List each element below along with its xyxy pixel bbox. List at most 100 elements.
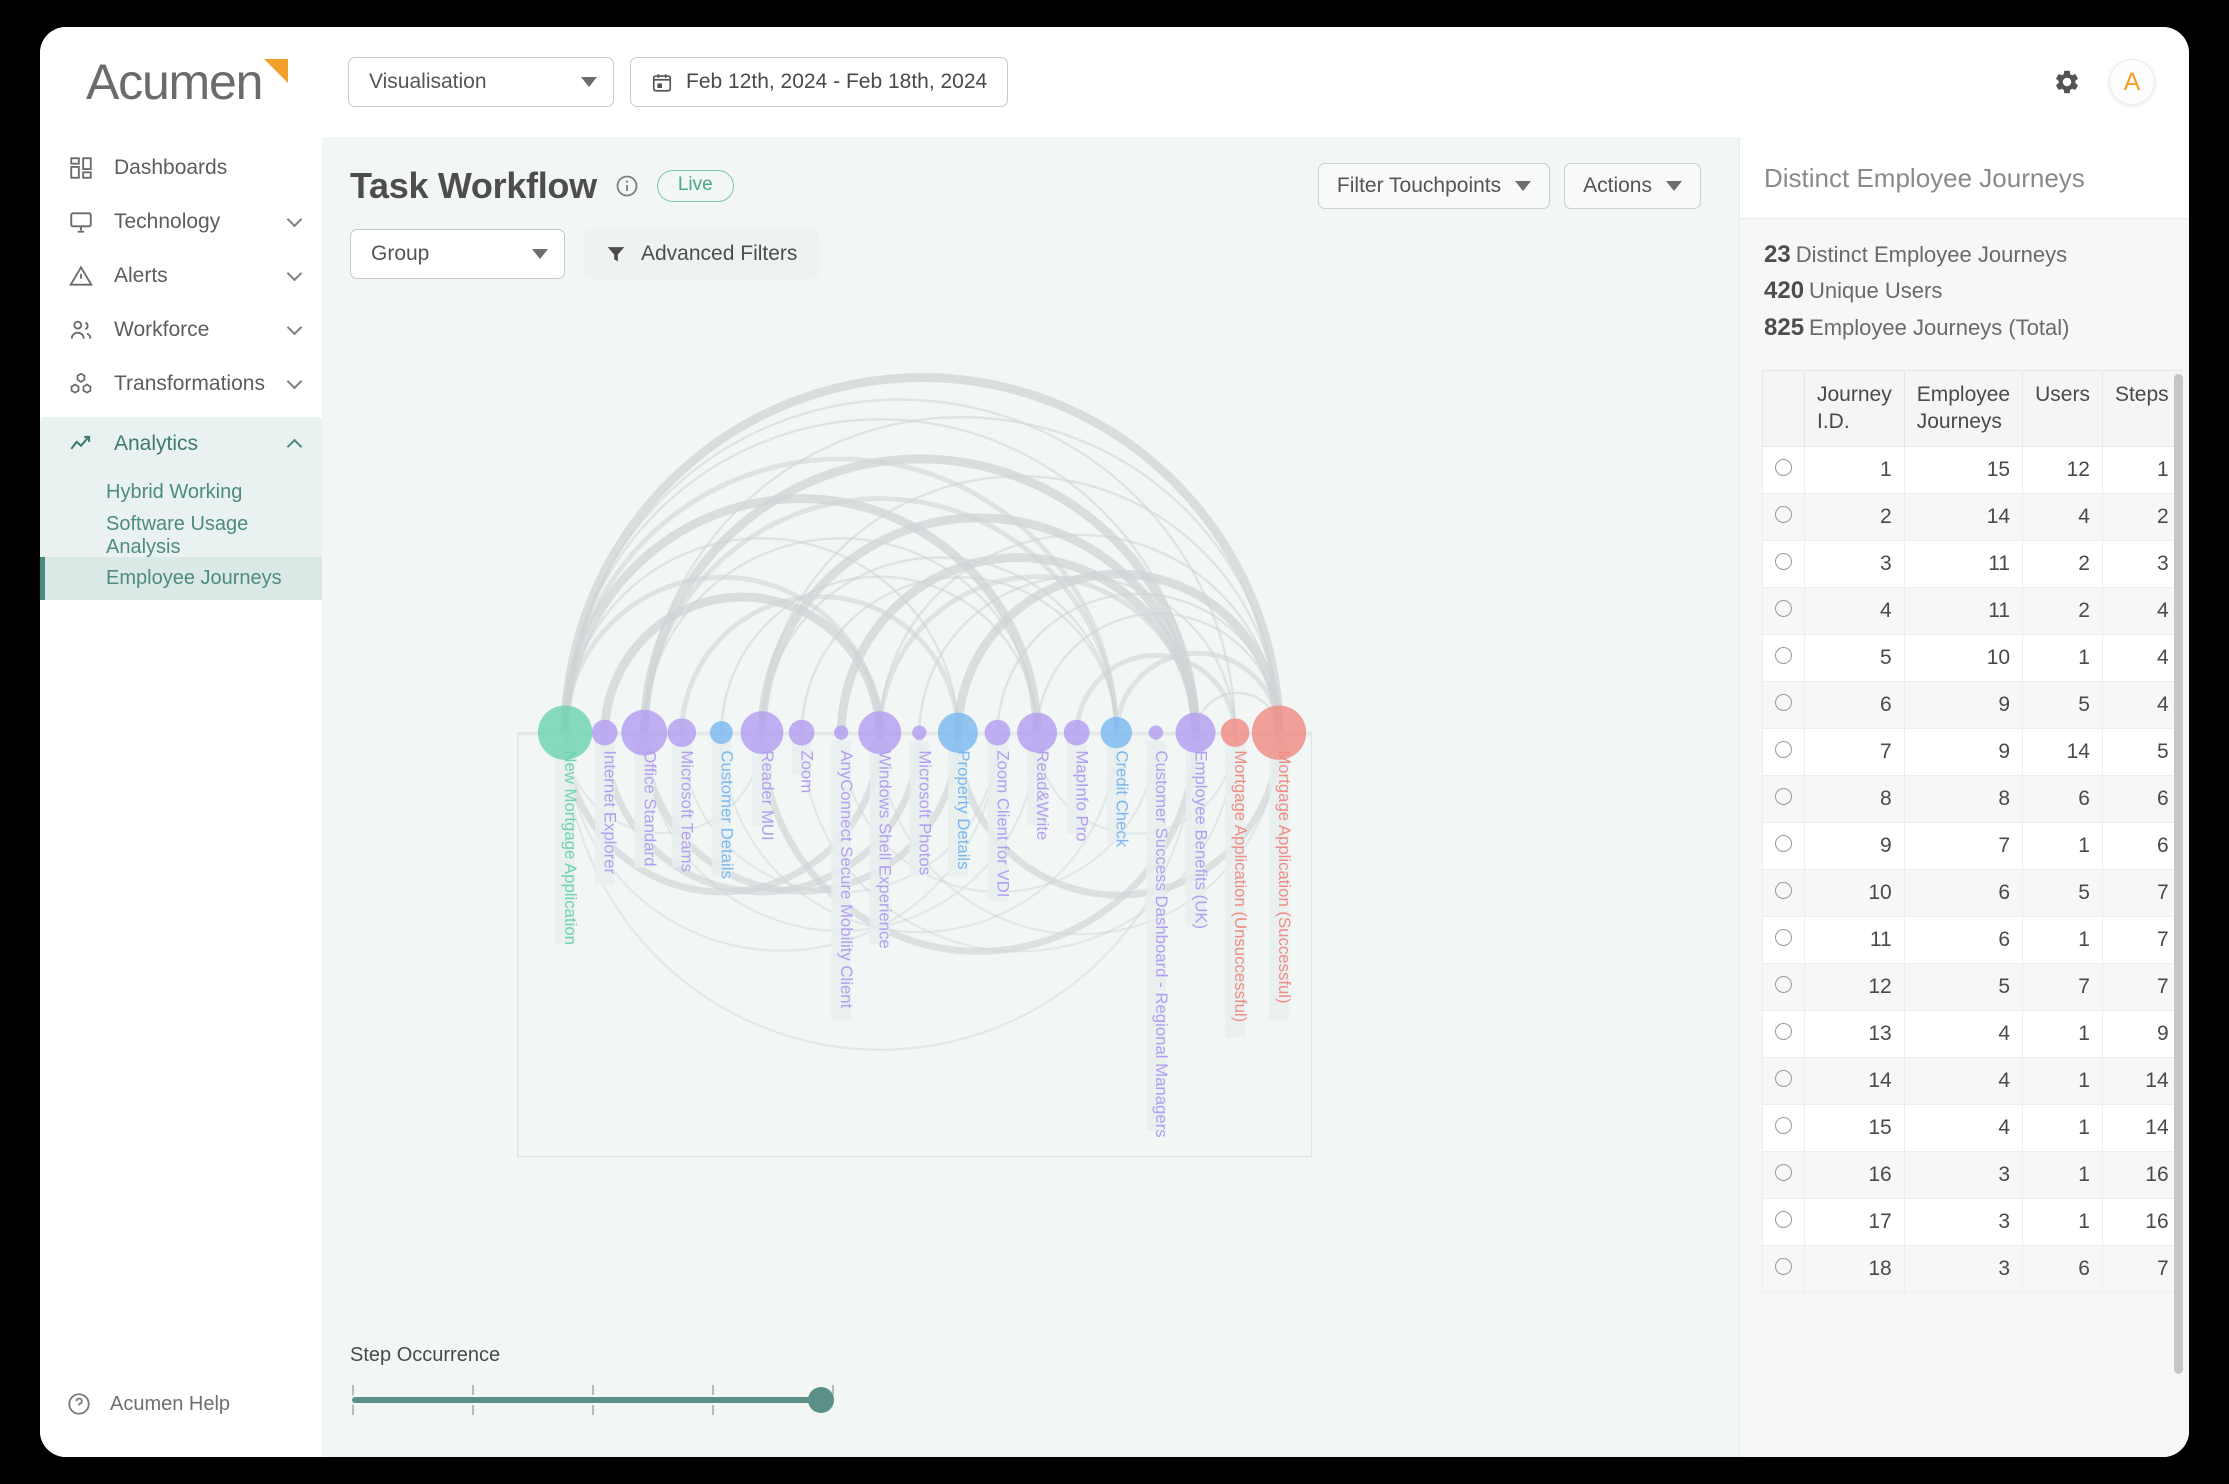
table-row[interactable]: 2 14 4 2	[1762, 492, 2182, 541]
row-select-cell[interactable]	[1762, 1197, 1805, 1246]
journey-node[interactable]	[1175, 712, 1216, 753]
avatar[interactable]: A	[2109, 59, 2155, 105]
radio-icon[interactable]	[1775, 1069, 1792, 1087]
advanced-filters-button[interactable]: Advanced Filters	[583, 229, 820, 279]
row-select-cell[interactable]	[1762, 586, 1805, 635]
sidebar-item-software-usage-analysis[interactable]: Software Usage Analysis	[40, 513, 322, 558]
journey-node[interactable]	[912, 725, 927, 740]
slider-thumb[interactable]	[808, 1387, 834, 1413]
row-select-cell[interactable]	[1762, 774, 1805, 823]
radio-icon[interactable]	[1775, 975, 1792, 993]
radio-icon[interactable]	[1775, 740, 1792, 758]
column-header-journey-id[interactable]: Journey I.D.	[1804, 370, 1905, 447]
acumen-help-link[interactable]: Acumen Help	[40, 1391, 322, 1457]
row-select-cell[interactable]	[1762, 1150, 1805, 1199]
radio-icon[interactable]	[1775, 787, 1792, 805]
radio-icon[interactable]	[1775, 1116, 1792, 1134]
table-row[interactable]: 7 9 14 5	[1762, 727, 2182, 776]
journey-node[interactable]	[984, 719, 1011, 746]
date-range-picker[interactable]: Feb 12th, 2024 - Feb 18th, 2024	[630, 57, 1009, 107]
table-row[interactable]: 17 3 1 16	[1762, 1197, 2182, 1246]
sidebar-item-transformations[interactable]: Transformations	[40, 357, 322, 411]
table-row[interactable]: 6954	[1762, 680, 2182, 729]
radio-icon[interactable]	[1775, 599, 1792, 617]
sidebar-item-hybrid-working[interactable]: Hybrid Working	[40, 471, 322, 514]
sidebar-item-dashboards[interactable]: Dashboards	[40, 141, 322, 195]
radio-icon[interactable]	[1775, 928, 1792, 946]
journey-node[interactable]	[1017, 712, 1058, 753]
table-row[interactable]: 5 10 1 4	[1762, 633, 2182, 682]
journey-node[interactable]	[537, 705, 593, 760]
journey-node[interactable]	[834, 725, 849, 740]
radio-icon[interactable]	[1775, 834, 1792, 852]
row-select-cell[interactable]	[1762, 492, 1805, 541]
journey-node[interactable]	[1148, 725, 1164, 740]
column-header-steps[interactable]: Steps	[2101, 370, 2182, 447]
row-select-cell[interactable]	[1762, 727, 1805, 776]
row-select-cell[interactable]	[1762, 445, 1805, 494]
radio-icon[interactable]	[1775, 1257, 1792, 1275]
row-select-cell[interactable]	[1762, 868, 1805, 917]
group-select[interactable]: Group	[350, 229, 565, 279]
table-row[interactable]: 16 3 1 16	[1762, 1150, 2182, 1199]
table-row[interactable]: 14 4 1 14	[1762, 1056, 2182, 1105]
table-row[interactable]: 1 15 12 1	[1762, 445, 2182, 494]
logo[interactable]: Acumen	[66, 57, 348, 107]
journey-node[interactable]	[740, 711, 784, 755]
settings-button[interactable]	[2053, 68, 2081, 96]
table-row[interactable]: 8866	[1762, 774, 2182, 823]
journey-node[interactable]	[858, 711, 902, 755]
table-row[interactable]: 4 11 2 4	[1762, 586, 2182, 635]
table-row[interactable]: 12 5 7 7	[1762, 962, 2182, 1011]
row-select-cell[interactable]	[1762, 539, 1805, 588]
sidebar-item-employee-journeys[interactable]: Employee Journeys	[40, 557, 322, 600]
table-row[interactable]: 11 6 1 7	[1762, 915, 2182, 964]
journey-node[interactable]	[621, 709, 668, 756]
column-header-users[interactable]: Users	[2022, 370, 2103, 447]
row-select-cell[interactable]	[1762, 633, 1805, 682]
arc-diagram-svg[interactable]: New Mortgage Application Internet Explore…	[322, 279, 1739, 1344]
radio-icon[interactable]	[1775, 646, 1792, 664]
step-occurrence-slider[interactable]	[350, 1383, 842, 1417]
radio-icon[interactable]	[1775, 552, 1792, 570]
task-workflow-chart[interactable]: New Mortgage Application Internet Explore…	[322, 279, 1739, 1344]
row-select-cell[interactable]	[1762, 915, 1805, 964]
slider-track[interactable]	[352, 1397, 834, 1403]
row-select-cell[interactable]	[1762, 1244, 1805, 1293]
row-select-cell[interactable]	[1762, 1103, 1805, 1152]
table-row[interactable]: 15 4 1 14	[1762, 1103, 2182, 1152]
radio-icon[interactable]	[1775, 505, 1792, 523]
journey-node[interactable]	[1220, 718, 1250, 747]
row-select-cell[interactable]	[1762, 1009, 1805, 1058]
radio-icon[interactable]	[1775, 881, 1792, 899]
filter-touchpoints-button[interactable]: Filter Touchpoints	[1317, 163, 1551, 209]
table-row[interactable]: 3 11 2 3	[1762, 539, 2182, 588]
journeys-table[interactable]: Journey I.D. Employee Journeys Users Ste…	[1762, 370, 2182, 1293]
radio-icon[interactable]	[1775, 1163, 1792, 1181]
sidebar-item-analytics[interactable]: Analytics	[40, 417, 322, 471]
radio-icon[interactable]	[1775, 1022, 1792, 1040]
table-row[interactable]: 10 6 5 7	[1762, 868, 2182, 917]
row-select-cell[interactable]	[1762, 680, 1805, 729]
journey-node[interactable]	[709, 721, 733, 745]
visualisation-select[interactable]: Visualisation	[348, 57, 614, 107]
radio-icon[interactable]	[1775, 458, 1792, 476]
table-row[interactable]: 13 4 1 9	[1762, 1009, 2182, 1058]
row-select-cell[interactable]	[1762, 821, 1805, 870]
journey-node[interactable]	[937, 712, 978, 753]
actions-button[interactable]: Actions	[1564, 163, 1701, 209]
journey-node[interactable]	[1063, 719, 1090, 746]
row-select-cell[interactable]	[1762, 962, 1805, 1011]
row-select-cell[interactable]	[1762, 1056, 1805, 1105]
journey-node[interactable]	[1100, 716, 1133, 749]
sidebar-item-workforce[interactable]: Workforce	[40, 303, 322, 357]
journey-node[interactable]	[1251, 705, 1307, 760]
journeys-table-wrapper[interactable]: Journey I.D. Employee Journeys Users Ste…	[1740, 360, 2189, 1457]
journey-node[interactable]	[591, 719, 618, 746]
table-row[interactable]: 18 3 6 7	[1762, 1244, 2182, 1293]
info-icon[interactable]	[615, 174, 639, 198]
radio-icon[interactable]	[1775, 693, 1792, 711]
table-row[interactable]: 9716	[1762, 821, 2182, 870]
panel-scrollbar[interactable]	[2174, 374, 2183, 1375]
sidebar-item-technology[interactable]: Technology	[40, 195, 322, 249]
